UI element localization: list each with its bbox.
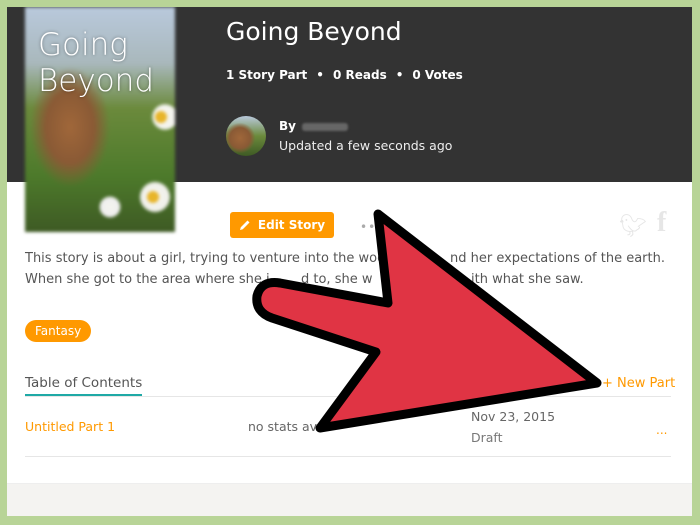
part-title-link[interactable]: Untitled Part 1 [25, 419, 115, 434]
description-text: d to, she w [301, 272, 373, 287]
facebook-icon[interactable]: f [657, 207, 666, 239]
updated-time: Updated a few seconds ago [279, 138, 453, 153]
description-text: nd her expectations of the earth. [450, 251, 665, 266]
description-text: When she got to the area where she i [25, 272, 270, 287]
twitter-icon[interactable]: 🐦︎ [619, 214, 647, 239]
story-title: Going Beyond [226, 17, 402, 46]
story-stats: 1 Story Part • 0 Reads • 0 Votes [226, 68, 463, 82]
description-text: ith what she saw. [471, 272, 584, 287]
divider [25, 456, 671, 457]
author-name-blurred[interactable] [301, 122, 348, 131]
part-date: Nov 23, 2015 [471, 409, 556, 424]
edit-story-button[interactable]: Edit Story [230, 212, 334, 238]
divider [25, 396, 671, 397]
more-options-button[interactable]: ••• [360, 220, 384, 234]
votes-count: 0 Votes [412, 68, 463, 82]
author-byline: By [279, 119, 348, 133]
pencil-icon [239, 220, 250, 230]
page-footer [7, 483, 692, 516]
parts-count: 1 Story Part [226, 68, 308, 82]
table-of-contents-tab[interactable]: Table of Contents [25, 375, 143, 396]
genre-tag[interactable]: Fantasy [25, 320, 92, 342]
description-text: This story is about a girl, trying to ve… [25, 251, 394, 266]
part-status: Draft [471, 430, 503, 445]
reads-count: 0 Reads [332, 68, 387, 82]
part-more-button[interactable]: ... [656, 423, 667, 437]
cover-title: Going Beyond [38, 27, 155, 99]
story-page: Going Beyond Going Beyond 1 Story Part • 0… [7, 7, 692, 516]
author-avatar[interactable] [226, 116, 266, 156]
new-part-button[interactable]: + New Part [602, 376, 675, 391]
part-stats: no stats ava [248, 419, 325, 434]
